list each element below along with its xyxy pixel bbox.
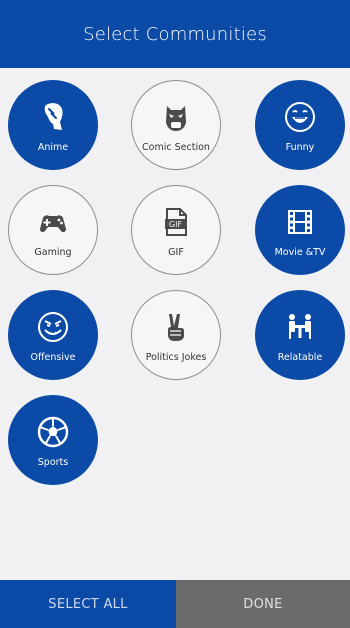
- community-label: Relatable: [277, 351, 323, 363]
- community-gif[interactable]: GIF GIF: [131, 185, 221, 275]
- footer-actions: SELECT ALL DONE: [0, 580, 350, 628]
- community-anime[interactable]: Anime: [8, 80, 98, 170]
- film-strip-icon: [283, 205, 317, 239]
- gamepad-icon: [36, 205, 70, 239]
- community-relatable[interactable]: Relatable: [255, 290, 345, 380]
- done-button[interactable]: DONE: [176, 580, 350, 628]
- app-screen: Select Communities Anime Comic Section F…: [0, 0, 350, 628]
- select-all-button[interactable]: SELECT ALL: [0, 580, 176, 628]
- community-label: Movie &TV: [274, 246, 326, 258]
- anime-character-icon: [36, 100, 70, 134]
- soccer-ball-icon: [36, 415, 70, 449]
- peace-hand-icon: [159, 310, 193, 344]
- community-funny[interactable]: Funny: [255, 80, 345, 170]
- community-label: Gaming: [34, 246, 72, 258]
- community-politics-jokes[interactable]: Politics Jokes: [131, 290, 221, 380]
- page-title: Select Communities: [83, 23, 267, 45]
- community-label: Funny: [285, 141, 315, 153]
- community-sports[interactable]: Sports: [8, 395, 98, 485]
- people-at-table-icon: [283, 310, 317, 344]
- community-label: Sports: [37, 456, 69, 468]
- mask-icon: [159, 100, 193, 134]
- community-gaming[interactable]: Gaming: [8, 185, 98, 275]
- evil-face-icon: [36, 310, 70, 344]
- community-movie-tv[interactable]: Movie &TV: [255, 185, 345, 275]
- laughing-face-icon: [283, 100, 317, 134]
- communities-grid: Anime Comic Section Funny Gaming GIF GIF…: [0, 68, 350, 580]
- community-label: Anime: [37, 141, 69, 153]
- gif-file-icon: GIF: [159, 205, 193, 239]
- svg-text:GIF: GIF: [169, 220, 183, 229]
- community-label: Politics Jokes: [145, 351, 207, 363]
- community-offensive[interactable]: Offensive: [8, 290, 98, 380]
- community-label: GIF: [168, 246, 184, 258]
- community-comic-section[interactable]: Comic Section: [131, 80, 221, 170]
- community-label: Comic Section: [142, 141, 210, 153]
- community-label: Offensive: [30, 351, 76, 363]
- header-bar: Select Communities: [0, 0, 350, 68]
